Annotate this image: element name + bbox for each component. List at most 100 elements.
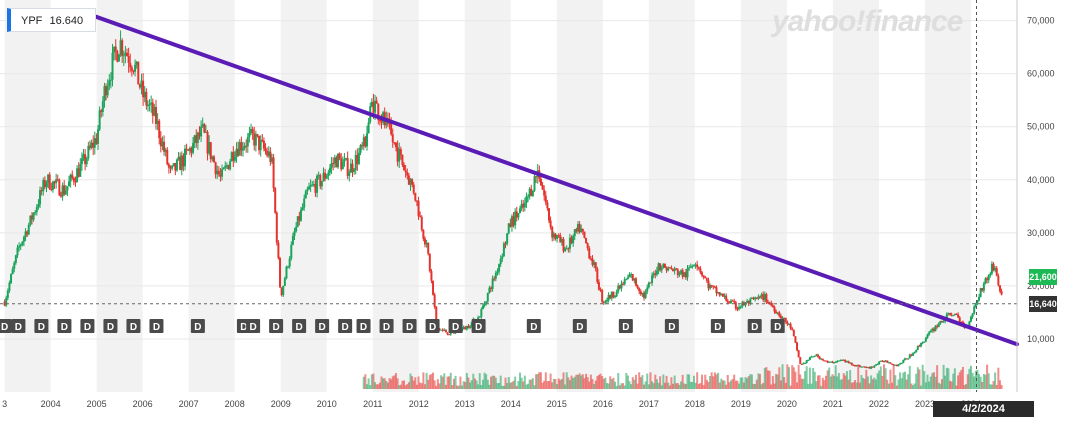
dividend-marker-label: D [383, 322, 390, 333]
candle-body [308, 186, 311, 190]
candle-body [325, 175, 328, 179]
candle-body [406, 172, 409, 176]
candle-body [432, 280, 435, 295]
dividend-marker-label: D [84, 322, 91, 333]
candle-body [791, 328, 794, 330]
candle-body [498, 264, 501, 272]
candle-body [420, 216, 423, 230]
candle-body [166, 149, 169, 165]
candle-body [66, 186, 69, 191]
candle-body [272, 157, 275, 188]
ticker-symbol: YPF [21, 15, 43, 27]
candle-body [79, 164, 82, 177]
x-tick-label: 2010 [317, 399, 337, 409]
candle-body [233, 156, 236, 161]
candle-body [485, 301, 488, 304]
candle-body [533, 176, 536, 191]
candle-body [279, 258, 282, 288]
candle-body [412, 184, 415, 193]
candle-body [27, 224, 30, 235]
candle-body [816, 354, 819, 357]
candle-body [697, 267, 700, 269]
x-tick-label: 2022 [869, 399, 889, 409]
dividend-marker-label: D [61, 322, 68, 333]
candle-body [217, 170, 220, 175]
candle-body [519, 208, 522, 214]
candle-body [291, 235, 294, 245]
candle-body [765, 294, 768, 303]
candle-body [799, 357, 802, 364]
candle-body [614, 296, 617, 298]
stock-chart[interactable]: DDDDDDDDDDDDDDDDDDDDDDDDDDDD 10,00020,00… [0, 0, 1070, 424]
candle-body [663, 263, 666, 268]
candle-body [549, 220, 552, 227]
candle-body [58, 179, 61, 196]
ticker-label[interactable]: YPF 16.640 [7, 8, 97, 32]
candle-body [137, 61, 140, 85]
candle-body [448, 334, 451, 336]
candle-body [978, 296, 981, 301]
dividend-marker-label: D [153, 322, 160, 333]
candle-body [264, 148, 267, 151]
candle-body [808, 357, 811, 360]
candle-body [660, 267, 663, 271]
year-band [648, 0, 695, 392]
candle-body [72, 178, 75, 182]
candle-body [689, 266, 692, 268]
dividend-marker-label: D [1, 322, 8, 333]
dividend-marker-label: D [774, 322, 781, 333]
candle-body [32, 212, 35, 220]
candle-body [417, 200, 420, 217]
candle-body [907, 358, 910, 360]
candle-body [428, 253, 431, 272]
year-band [464, 0, 511, 392]
candle-body [277, 242, 280, 259]
candle-body [71, 174, 74, 179]
candle-body [915, 349, 918, 353]
candle-body [491, 278, 494, 289]
dividend-marker-label: D [622, 322, 629, 333]
candle-body [989, 273, 992, 276]
x-tick-label: 3 [2, 399, 7, 409]
candle-body [949, 312, 952, 315]
candle-body [401, 154, 404, 165]
candle-body [615, 291, 618, 297]
candle-body [14, 255, 17, 263]
candle-body [597, 282, 600, 290]
candle-body [937, 323, 940, 327]
candle-body [98, 110, 101, 130]
dividend-marker-label: D [342, 322, 349, 333]
candle-body [299, 209, 302, 221]
candle-body [807, 359, 810, 361]
candle-body [306, 189, 309, 192]
candle-body [290, 244, 293, 259]
candle-body [982, 283, 985, 291]
dividend-marker-label: D [714, 322, 721, 333]
candle-body [1000, 291, 1003, 295]
candle-body [114, 46, 117, 52]
dividend-marker-label: D [751, 322, 758, 333]
candle-body [64, 190, 67, 195]
candle-body [969, 316, 972, 322]
candle-body [127, 55, 130, 63]
candle-body [338, 153, 341, 159]
candle-body [725, 295, 728, 301]
candle-body [483, 303, 486, 306]
candle-body [134, 64, 137, 72]
candle-body [739, 306, 742, 308]
candle-body [638, 288, 641, 292]
candle-body [771, 305, 774, 308]
year-band [740, 0, 787, 392]
candle-body [792, 329, 795, 337]
candle-body [523, 202, 526, 208]
candle-body [572, 236, 575, 244]
candle-body [876, 364, 879, 366]
candle-body [106, 86, 109, 96]
candle-body [348, 172, 351, 176]
candle-body [287, 266, 290, 268]
candle-body [121, 40, 124, 56]
candle-body [525, 196, 528, 203]
x-tick-label: 2007 [179, 399, 199, 409]
candle-body [285, 266, 288, 279]
candle-body [200, 126, 203, 137]
